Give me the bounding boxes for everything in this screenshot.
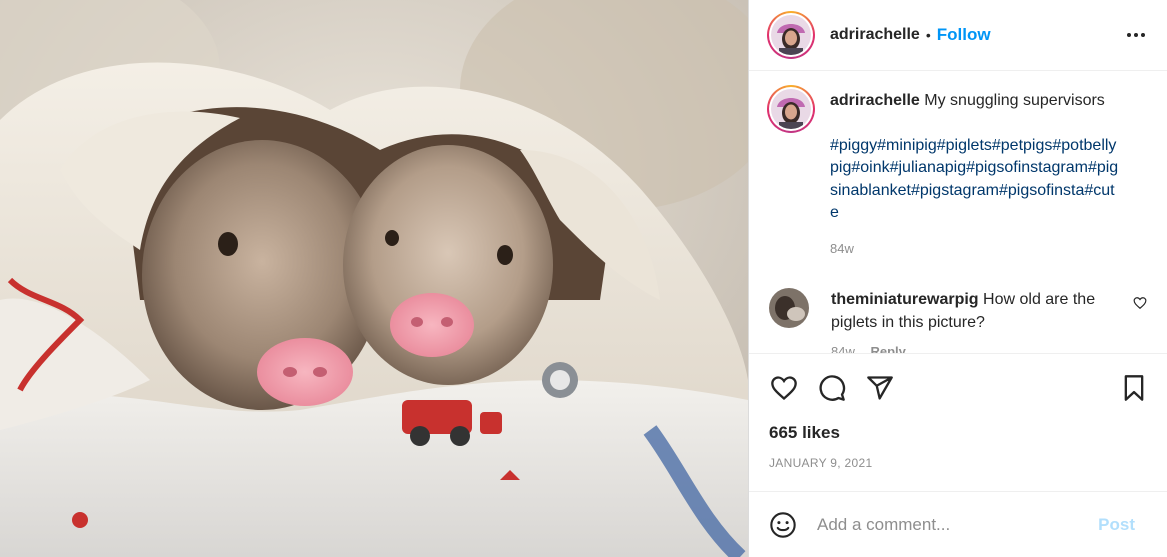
caption-avatar-ring[interactable] bbox=[767, 85, 815, 133]
author-username[interactable]: adrirachelle bbox=[830, 26, 920, 44]
caption-text: My snuggling supervisors bbox=[924, 92, 1105, 109]
post-photo[interactable] bbox=[0, 0, 748, 557]
comment-icon[interactable] bbox=[815, 371, 849, 405]
post-header: adrirachelle • Follow bbox=[749, 0, 1167, 71]
action-bar bbox=[749, 353, 1167, 421]
post-date: JANUARY 9, 2021 bbox=[769, 456, 873, 470]
share-icon[interactable] bbox=[863, 371, 897, 405]
comment-username[interactable]: theminiaturewarpig bbox=[831, 291, 979, 308]
add-comment-bar: Post bbox=[749, 491, 1167, 557]
profile-avatar bbox=[771, 89, 811, 129]
comment-age: 84w bbox=[831, 344, 855, 353]
heart-icon[interactable] bbox=[767, 371, 801, 405]
comment-heart-icon[interactable] bbox=[1133, 296, 1149, 312]
post-side-panel: adrirachelle • Follow adrirachelle My sn… bbox=[748, 0, 1167, 557]
likes-count[interactable]: 665 likes bbox=[749, 421, 1167, 449]
comment-input[interactable] bbox=[817, 514, 1099, 535]
emoji-icon[interactable] bbox=[767, 509, 799, 541]
reply-button[interactable]: Reply bbox=[870, 344, 905, 353]
more-options-icon[interactable] bbox=[1121, 23, 1151, 47]
caption: adrirachelle My snuggling supervisors #p… bbox=[767, 85, 1151, 260]
comment-item: theminiaturewarpig How old are the pigle… bbox=[767, 288, 1151, 353]
post-comment-button[interactable]: Post bbox=[1098, 515, 1135, 535]
instagram-post: adrirachelle • Follow adrirachelle My sn… bbox=[0, 0, 1167, 557]
follow-button[interactable]: Follow bbox=[937, 25, 991, 45]
caption-age: 84w bbox=[830, 240, 854, 256]
commenter-avatar[interactable] bbox=[769, 288, 809, 328]
comments-section[interactable]: adrirachelle My snuggling supervisors #p… bbox=[749, 71, 1167, 353]
piglets-under-blanket-photo bbox=[0, 0, 748, 557]
profile-avatar bbox=[771, 15, 811, 55]
bookmark-icon[interactable] bbox=[1117, 371, 1151, 405]
caption-hashtags[interactable]: #piggy#minipig#piglets#petpigs#potbellyp… bbox=[830, 135, 1120, 225]
caption-username[interactable]: adrirachelle bbox=[830, 92, 920, 109]
header-separator: • bbox=[925, 27, 931, 43]
author-avatar-ring[interactable] bbox=[767, 11, 815, 59]
